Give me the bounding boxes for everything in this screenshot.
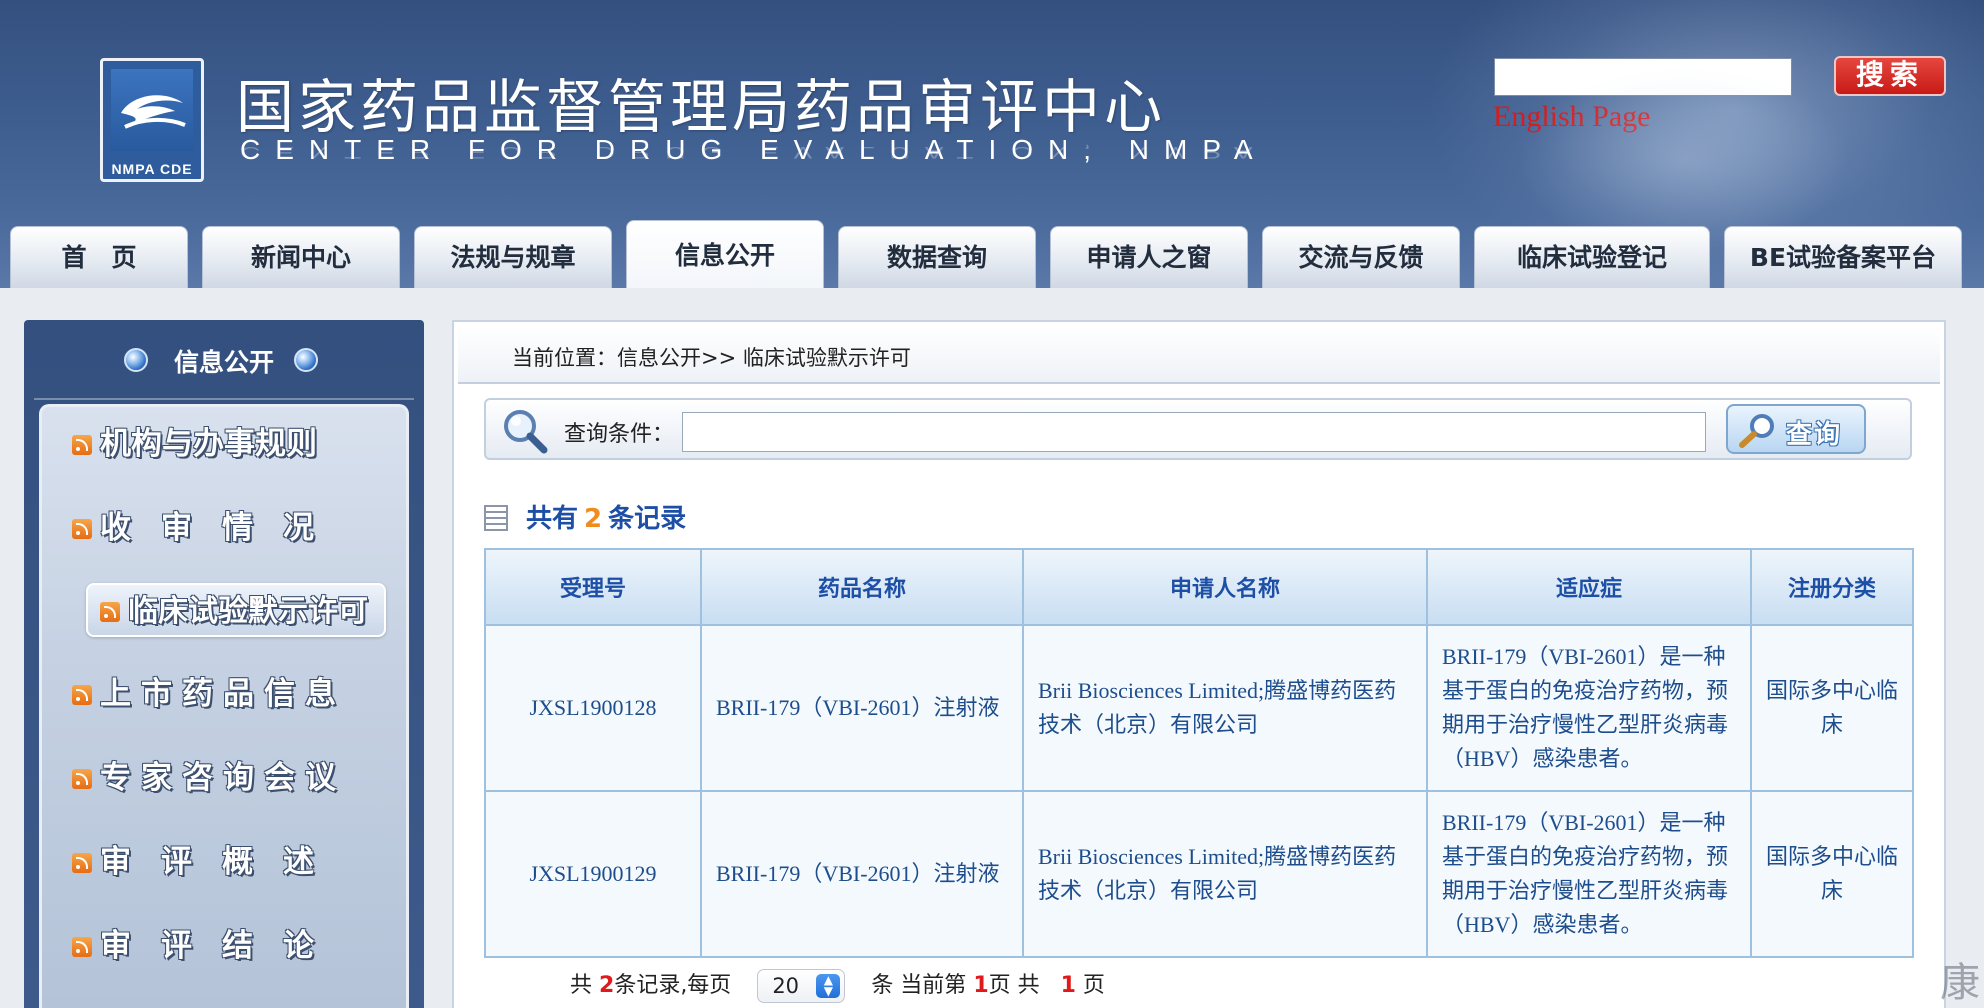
sidebar-item-label: 审评结论 xyxy=(100,928,344,964)
query-bar: 查询条件： 查询 xyxy=(484,398,1912,460)
sidebar-divider xyxy=(34,398,414,400)
indication-cell: BRII-179（VBI-2601）是一种基于蛋白的免疫治疗药物，预期用于治疗慢… xyxy=(1426,790,1752,958)
site-title-cn: 国家药品监督管理局药品审评中心 xyxy=(236,73,1167,141)
record-prefix: 共有 xyxy=(526,504,579,534)
applicant-cell: Brii Biosciences Limited;腾盛博药医药技术（北京）有限公… xyxy=(1022,624,1428,792)
breadcrumb-bar: 当前位置：信息公开>> 临床试验默示许可 xyxy=(458,326,1940,384)
sidebar-title: 信息公开 xyxy=(24,320,424,390)
applicant-cell: Brii Biosciences Limited;腾盛博药医药技术（北京）有限公… xyxy=(1022,790,1428,958)
chevron-updown-icon: ▲ ▼ xyxy=(816,974,841,998)
sidebar-item-label: 机构与办事规则 xyxy=(100,426,317,462)
pagination-text: 条记录,每页 xyxy=(614,973,732,998)
sidebar: 信息公开 机构与办事规则 收审情况 临床试验默示许可 上市药品信息 专家咨询会议… xyxy=(24,320,424,1008)
sidebar-item-review-conclusion[interactable]: 审评结论 xyxy=(72,919,382,973)
results-table: 受理号 药品名称 申请人名称 适应症 注册分类 JXSL1900128 BRII… xyxy=(484,548,1914,958)
drug-name-cell: BRII-179（VBI-2601）注射液 xyxy=(700,790,1024,958)
sidebar-item-acceptance[interactable]: 收审情况 xyxy=(72,501,382,555)
rss-icon xyxy=(72,435,92,455)
column-header: 适应症 xyxy=(1426,548,1752,626)
sidebar-item-label: 收审情况 xyxy=(100,510,344,546)
sidebar-item-marketed-drugs[interactable]: 上市药品信息 xyxy=(72,667,382,721)
column-header: 受理号 xyxy=(484,548,702,626)
rss-icon xyxy=(72,769,92,789)
pagination-current-page: 1 xyxy=(973,973,989,998)
nav-tab-home[interactable]: 首 页 xyxy=(10,226,188,288)
query-button[interactable]: 查询 xyxy=(1726,404,1866,454)
pagination-text: 页 共 xyxy=(988,973,1047,998)
nav-tab-clinical-trial-registration[interactable]: 临床试验登记 xyxy=(1474,226,1710,288)
table-header-row: 受理号 药品名称 申请人名称 适应症 注册分类 xyxy=(484,548,1914,626)
rss-icon xyxy=(72,519,92,539)
magnifier-icon xyxy=(504,410,548,454)
query-input[interactable] xyxy=(682,412,1706,452)
nav-tab-info-disclosure[interactable]: 信息公开 xyxy=(626,220,824,288)
nav-tab-feedback[interactable]: 交流与反馈 xyxy=(1262,226,1460,288)
sidebar-menu: 机构与办事规则 收审情况 临床试验默示许可 上市药品信息 专家咨询会议 审评概述… xyxy=(39,404,409,1008)
breadcrumb: 当前位置：信息公开>> 临床试验默示许可 xyxy=(512,346,911,370)
acceptance-number-cell[interactable]: JXSL1900128 xyxy=(484,624,702,792)
acceptance-number-cell[interactable]: JXSL1900129 xyxy=(484,790,702,958)
column-header: 药品名称 xyxy=(700,548,1024,626)
per-page-value: 20 xyxy=(772,974,800,998)
table-row[interactable]: JXSL1900128 BRII-179（VBI-2601）注射液 Brii B… xyxy=(484,624,1914,792)
main-nav: 首 页 新闻中心 法规与规章 信息公开 数据查询 申请人之窗 交流与反馈 临床试… xyxy=(0,220,1984,288)
sidebar-title-text: 信息公开 xyxy=(173,348,274,377)
pagination-text: 条 当前第 xyxy=(871,973,974,998)
pagination-total-pages: 1 xyxy=(1060,973,1076,998)
orb-icon xyxy=(124,348,148,372)
registration-class-cell: 国际多中心临床 xyxy=(1750,624,1914,792)
per-page-select[interactable]: 20 ▲ ▼ xyxy=(757,969,846,1003)
pagination-total: 2 xyxy=(599,973,615,998)
sidebar-item-expert-meetings[interactable]: 专家咨询会议 xyxy=(72,751,382,805)
list-icon xyxy=(484,505,508,531)
drug-name-cell: BRII-179（VBI-2601）注射液 xyxy=(700,624,1024,792)
nav-tab-applicant-window[interactable]: 申请人之窗 xyxy=(1050,226,1248,288)
site-search-input[interactable] xyxy=(1494,58,1792,96)
english-page-link[interactable]: English Page xyxy=(1493,100,1651,134)
sidebar-item-label: 临床试验默示许可 xyxy=(128,594,368,629)
search-button[interactable]: 搜索 xyxy=(1834,56,1946,96)
record-count-title: 共有 2 条记录 xyxy=(484,498,686,538)
rss-icon xyxy=(100,602,120,622)
search-icon xyxy=(1739,414,1774,448)
nav-tab-be-trial-platform[interactable]: BE试验备案平台 xyxy=(1724,226,1962,288)
indication-cell: BRII-179（VBI-2601）是一种基于蛋白的免疫治疗药物，预期用于治疗慢… xyxy=(1426,624,1752,792)
sidebar-item-label: 专家咨询会议 xyxy=(100,760,346,796)
nav-tab-news[interactable]: 新闻中心 xyxy=(202,226,400,288)
query-label: 查询条件： xyxy=(564,422,675,447)
record-count: 2 xyxy=(584,504,603,534)
nav-tab-data-query[interactable]: 数据查询 xyxy=(838,226,1036,288)
query-button-label: 查询 xyxy=(1786,420,1843,450)
pagination-text: 共 xyxy=(570,973,599,998)
main-content: 当前位置：信息公开>> 临床试验默示许可 查询条件： 查询 共有 2 条记录 受理号… xyxy=(452,320,1946,1008)
rss-icon xyxy=(72,937,92,957)
rss-icon xyxy=(72,685,92,705)
column-header: 注册分类 xyxy=(1750,548,1914,626)
logo-abbreviation: NMPA CDE xyxy=(111,161,193,177)
watermark: 康 xyxy=(1940,960,1980,1006)
sidebar-item-label: 审评概述 xyxy=(100,844,344,880)
table-row[interactable]: JXSL1900129 BRII-179（VBI-2601）注射液 Brii B… xyxy=(484,790,1914,958)
site-title-en-reflection: CENTER FOR DRUG EVALUATION, NMPA xyxy=(240,143,1268,162)
pagination: 共 2条记录,每页 20 ▲ ▼ 条 当前第 1页 共 1 页 xyxy=(570,966,1105,1006)
sidebar-item-rules[interactable]: 机构与办事规则 xyxy=(72,417,382,471)
sidebar-item-review-overview[interactable]: 审评概述 xyxy=(72,835,382,889)
nmpa-logo[interactable]: NMPA CDE xyxy=(100,58,204,182)
cde-emblem-icon xyxy=(111,69,193,151)
registration-class-cell: 国际多中心临床 xyxy=(1750,790,1914,958)
nav-tab-regulations[interactable]: 法规与规章 xyxy=(414,226,612,288)
sidebar-item-clinical-implied-approval[interactable]: 临床试验默示许可 xyxy=(86,583,386,637)
column-header: 申请人名称 xyxy=(1022,548,1428,626)
pagination-text: 页 xyxy=(1075,973,1105,998)
sidebar-item-label: 上市药品信息 xyxy=(100,676,346,712)
orb-icon xyxy=(294,348,318,372)
rss-icon xyxy=(72,853,92,873)
record-suffix: 条记录 xyxy=(608,504,687,534)
